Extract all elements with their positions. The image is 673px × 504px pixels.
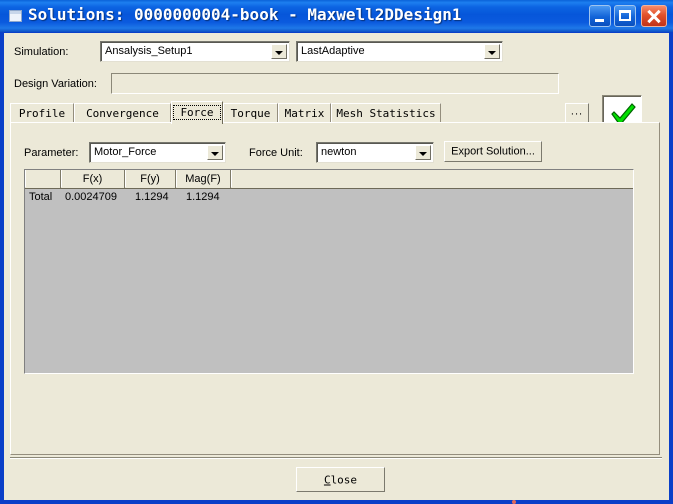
tab-force-label: Force [173, 105, 221, 120]
tab-torque[interactable]: Torque [223, 103, 278, 123]
footer-separator [10, 457, 662, 459]
cell-fx: 0.0024709 [65, 191, 117, 203]
watermark-dot [512, 500, 516, 504]
simol-watermark: simol 西莫论坛 [488, 499, 663, 504]
simulation-label: Simulation: [14, 46, 69, 58]
design-variation-label: Design Variation: [14, 78, 97, 90]
solutions-dialog-window: Solutions: 0000000004-book - Maxwell2DDe… [0, 0, 673, 504]
table-header-row: F(x) F(y) Mag(F) [25, 170, 633, 189]
parameter-dropdown-value: Motor_Force [94, 146, 157, 158]
chevron-down-icon[interactable] [207, 145, 223, 160]
chevron-down-icon[interactable] [484, 44, 500, 59]
force-unit-dropdown[interactable]: newton [316, 142, 434, 163]
parameter-label: Parameter: [24, 147, 79, 159]
window-title: Solutions: 0000000004-book - Maxwell2DDe… [28, 5, 462, 24]
setup-dropdown-value: Ansalysis_Setup1 [105, 45, 193, 57]
force-results-table[interactable]: F(x) F(y) Mag(F) Total 0.0024709 1.1294 … [24, 169, 634, 374]
tab-mesh-statistics[interactable]: Mesh Statistics [331, 103, 441, 123]
export-solution-button[interactable]: Export Solution... [443, 140, 543, 163]
tab-mesh-statistics-label: Mesh Statistics [336, 107, 436, 120]
column-header-fx[interactable]: F(x) [61, 170, 125, 188]
maximize-button[interactable] [614, 5, 636, 27]
minimize-button[interactable] [589, 5, 611, 27]
close-button-label: Close [297, 474, 384, 485]
parameter-dropdown[interactable]: Motor_Force [89, 142, 226, 163]
tab-convergence[interactable]: Convergence [74, 103, 171, 123]
column-header-magf[interactable]: Mag(F) [176, 170, 231, 188]
tab-profile[interactable]: Profile [10, 103, 74, 123]
column-header-filler [231, 170, 633, 188]
tab-matrix-label: Matrix [284, 107, 325, 120]
table-body: Total 0.0024709 1.1294 1.1294 [25, 189, 633, 373]
title-bar[interactable]: Solutions: 0000000004-book - Maxwell2DDe… [0, 0, 673, 33]
dialog-client-area: Simulation: Ansalysis_Setup1 LastAdaptiv… [4, 33, 669, 504]
window-icon [9, 10, 22, 22]
column-header-name[interactable] [25, 170, 61, 188]
close-button[interactable]: Close [295, 466, 386, 493]
tab-profile-label: Profile [18, 107, 66, 120]
browse-button-label: ... [570, 105, 584, 118]
column-header-fy[interactable]: F(y) [125, 170, 176, 188]
force-unit-dropdown-value: newton [321, 146, 357, 158]
chevron-down-icon[interactable] [271, 44, 287, 59]
close-window-button[interactable] [641, 5, 667, 27]
cell-fy: 1.1294 [135, 191, 169, 203]
design-variation-input[interactable] [111, 73, 559, 94]
cell-magf: 1.1294 [186, 191, 220, 203]
cell-row-name: Total [29, 191, 53, 203]
adaptive-dropdown[interactable]: LastAdaptive [296, 41, 503, 62]
adaptive-dropdown-value: LastAdaptive [301, 45, 365, 57]
tab-torque-label: Torque [230, 107, 271, 120]
tab-matrix[interactable]: Matrix [278, 103, 331, 123]
close-label-rest: lose [330, 473, 358, 486]
chevron-down-icon[interactable] [415, 145, 431, 160]
tab-force[interactable]: Force [171, 101, 223, 124]
export-solution-label: Export Solution... [451, 145, 535, 157]
force-unit-label: Force Unit: [249, 147, 303, 159]
close-accel-letter: C [323, 473, 331, 486]
setup-dropdown[interactable]: Ansalysis_Setup1 [100, 41, 290, 62]
tab-convergence-label: Convergence [86, 107, 159, 120]
